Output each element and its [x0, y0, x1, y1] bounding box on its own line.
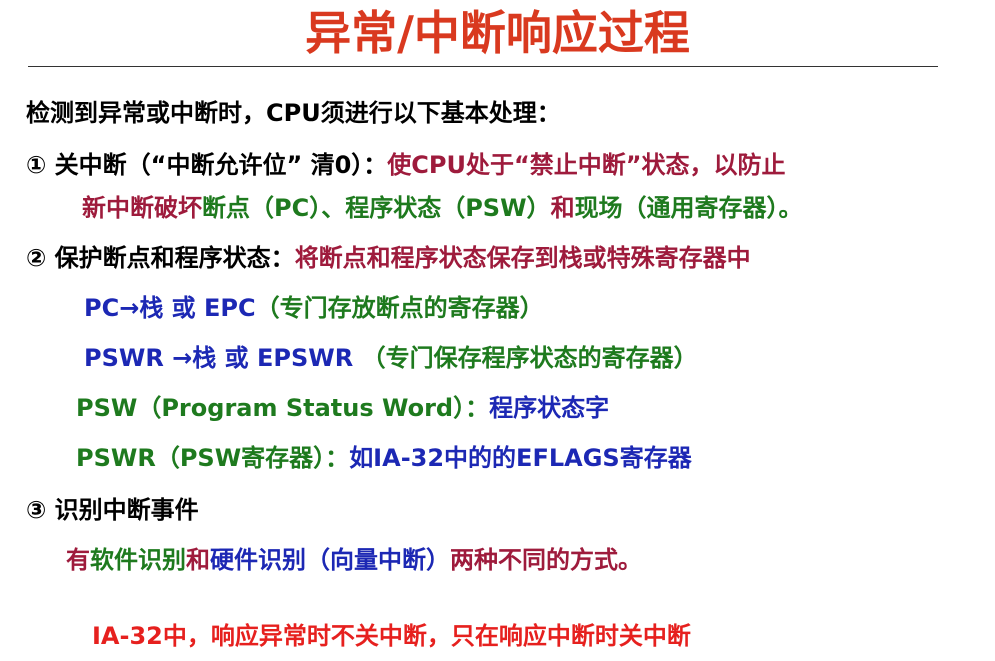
step3-line: 有软件识别和硬件识别（向量中断）两种不同的方式。: [66, 545, 642, 575]
pswr-line: PSWR →栈 或 EPSWR （专门保存程序状态的寄存器）: [84, 343, 698, 373]
step1-text-e: 现场（通用寄存器）。: [574, 194, 803, 222]
pc-text-a: PC→栈 或 EPC: [84, 294, 256, 322]
step3-t1: 有: [66, 546, 90, 574]
step1-text-a: 使CPU处于“禁止中断”状态，以防止: [387, 151, 786, 179]
step1-line2: 新中断破坏断点（PC）、程序状态（PSW）和现场（通用寄存器）。: [82, 193, 803, 223]
psw-text-b: 程序状态字: [489, 394, 610, 422]
step1-label: ① 关中断（“中断允许位” 清0）：: [26, 151, 388, 179]
step3-t4: 硬件识别（向量中断）: [210, 546, 450, 574]
pc-line: PC→栈 或 EPC（专门存放断点的寄存器）: [84, 293, 544, 323]
page-title: 异常/中断响应过程: [305, 6, 690, 60]
pswr-text-b: （专门保存程序状态的寄存器）: [361, 344, 698, 372]
pswr2-text-a: PSWR（PSW寄存器）：: [76, 444, 350, 472]
step1-text-c: 断点（PC）、程序状态（PSW）: [202, 194, 551, 222]
step2-line: ② 保护断点和程序状态：将断点和程序状态保存到栈或特殊寄存器中: [26, 243, 751, 273]
psw-text-a: PSW（Program Status Word）：: [76, 394, 490, 422]
step1-line1: ① 关中断（“中断允许位” 清0）：使CPU处于“禁止中断”状态，以防止: [26, 150, 786, 180]
pswr2-text-b: 如IA-32中的的EFLAGS寄存器: [349, 444, 692, 472]
title-divider: [28, 66, 938, 67]
step3-t3: 和: [186, 546, 210, 574]
psw-line: PSW（Program Status Word）：程序状态字: [76, 393, 609, 423]
pswr-text-a: PSWR →栈 或 EPSWR: [84, 344, 362, 372]
step1-text-d: 和: [550, 194, 575, 222]
step3-t5: 两种不同的方式。: [450, 546, 642, 574]
step2-text: 将断点和程序状态保存到栈或特殊寄存器中: [294, 244, 751, 272]
pswr2-line: PSWR（PSW寄存器）：如IA-32中的的EFLAGS寄存器: [76, 443, 692, 473]
intro-text: 检测到异常或中断时，CPU须进行以下基本处理：: [26, 99, 561, 127]
step3-label: ③ 识别中断事件: [26, 496, 199, 524]
step1-text-b: 新中断破坏: [82, 194, 202, 222]
step2-label: ② 保护断点和程序状态：: [26, 244, 295, 272]
ia32-note: IA-32中，响应异常时不关中断，只在响应中断时关中断: [92, 622, 691, 650]
step3-t2: 软件识别: [90, 546, 186, 574]
pc-text-b: （专门存放断点的寄存器）: [255, 294, 544, 322]
